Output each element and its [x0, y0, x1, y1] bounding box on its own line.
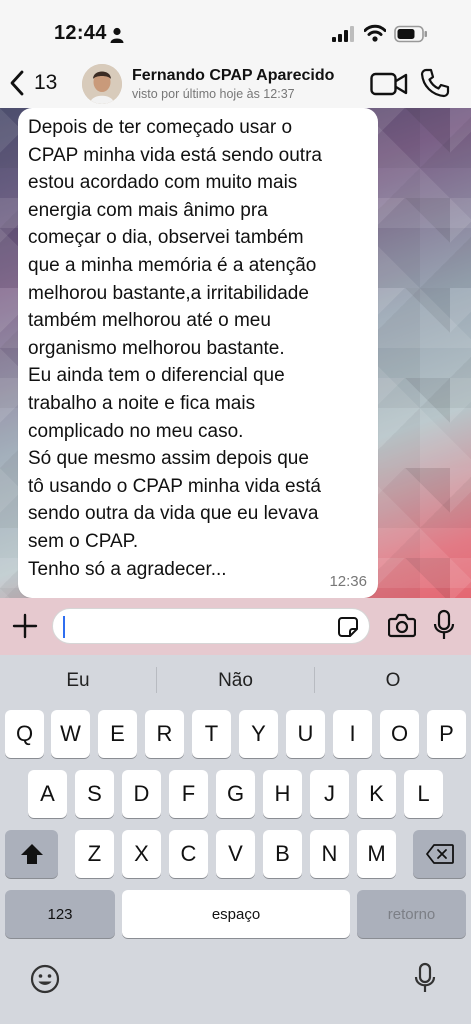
chevron-left-icon — [10, 70, 24, 96]
key-v[interactable]: V — [216, 830, 255, 878]
key-q[interactable]: Q — [5, 710, 44, 758]
key-u[interactable]: U — [286, 710, 325, 758]
key-z[interactable]: Z — [75, 830, 114, 878]
sticker-icon[interactable] — [337, 616, 359, 638]
key-w[interactable]: W — [51, 710, 90, 758]
key-c[interactable]: C — [169, 830, 208, 878]
last-seen-status: visto por último hoje às 12:37 — [132, 87, 295, 101]
key-o[interactable]: O — [380, 710, 419, 758]
message-input[interactable] — [52, 608, 370, 644]
key-s[interactable]: S — [75, 770, 114, 818]
message-text: Depois de ter começado usar o CPAP minha… — [28, 117, 322, 580]
suggestion-3[interactable]: O — [315, 655, 471, 707]
phone-call-icon[interactable] — [419, 67, 451, 99]
key-x[interactable]: X — [122, 830, 161, 878]
avatar[interactable] — [82, 64, 122, 104]
cellular-signal-icon — [332, 26, 354, 42]
status-bar: 12:44 — [0, 0, 471, 62]
space-key[interactable]: espaço — [122, 890, 350, 938]
emoji-icon[interactable] — [30, 964, 60, 994]
dictation-mic-icon[interactable] — [414, 962, 436, 994]
numbers-key[interactable]: 123 — [5, 890, 115, 938]
video-call-icon[interactable] — [370, 70, 408, 98]
key-k[interactable]: K — [357, 770, 396, 818]
return-key[interactable]: retorno — [357, 890, 466, 938]
key-l[interactable]: L — [404, 770, 443, 818]
key-t[interactable]: T — [192, 710, 231, 758]
suggestion-1[interactable]: Eu — [0, 655, 156, 707]
key-g[interactable]: G — [216, 770, 255, 818]
microphone-icon[interactable] — [432, 609, 456, 641]
chat-area[interactable]: Depois de ter começado usar o CPAP minha… — [0, 108, 471, 606]
key-a[interactable]: A — [28, 770, 67, 818]
key-i[interactable]: I — [333, 710, 372, 758]
camera-icon[interactable] — [388, 612, 416, 638]
top-area: 12:44 13 Fernando CPAP Aparecido visto p… — [0, 0, 471, 108]
avatar-photo — [82, 64, 122, 104]
key-b[interactable]: B — [263, 830, 302, 878]
keyboard: Eu Não O Q W E R T Y U I O P A S D F G H… — [0, 655, 471, 1024]
key-n[interactable]: N — [310, 830, 349, 878]
key-f[interactable]: F — [169, 770, 208, 818]
key-e[interactable]: E — [98, 710, 137, 758]
status-time: 12:44 — [54, 22, 107, 44]
key-m[interactable]: M — [357, 830, 396, 878]
shift-key[interactable] — [5, 830, 58, 878]
backspace-icon — [425, 844, 454, 864]
key-h[interactable]: H — [263, 770, 302, 818]
text-cursor — [63, 616, 65, 638]
key-j[interactable]: J — [310, 770, 349, 818]
plus-icon[interactable] — [10, 611, 40, 641]
back-button[interactable]: 13 — [10, 64, 74, 102]
person-icon — [110, 27, 124, 43]
key-d[interactable]: D — [122, 770, 161, 818]
message-bubble[interactable]: Depois de ter começado usar o CPAP minha… — [18, 108, 378, 598]
wifi-icon — [364, 24, 386, 42]
delete-key[interactable] — [413, 830, 466, 878]
key-r[interactable]: R — [145, 710, 184, 758]
key-p[interactable]: P — [427, 710, 466, 758]
shift-arrow-icon — [20, 844, 43, 864]
message-input-bar — [0, 598, 471, 655]
message-time: 12:36 — [329, 573, 367, 590]
key-y[interactable]: Y — [239, 710, 278, 758]
suggestion-2[interactable]: Não — [157, 655, 314, 707]
contact-name[interactable]: Fernando CPAP Aparecido — [132, 67, 334, 85]
battery-icon — [394, 25, 427, 43]
unread-count: 13 — [34, 71, 58, 94]
